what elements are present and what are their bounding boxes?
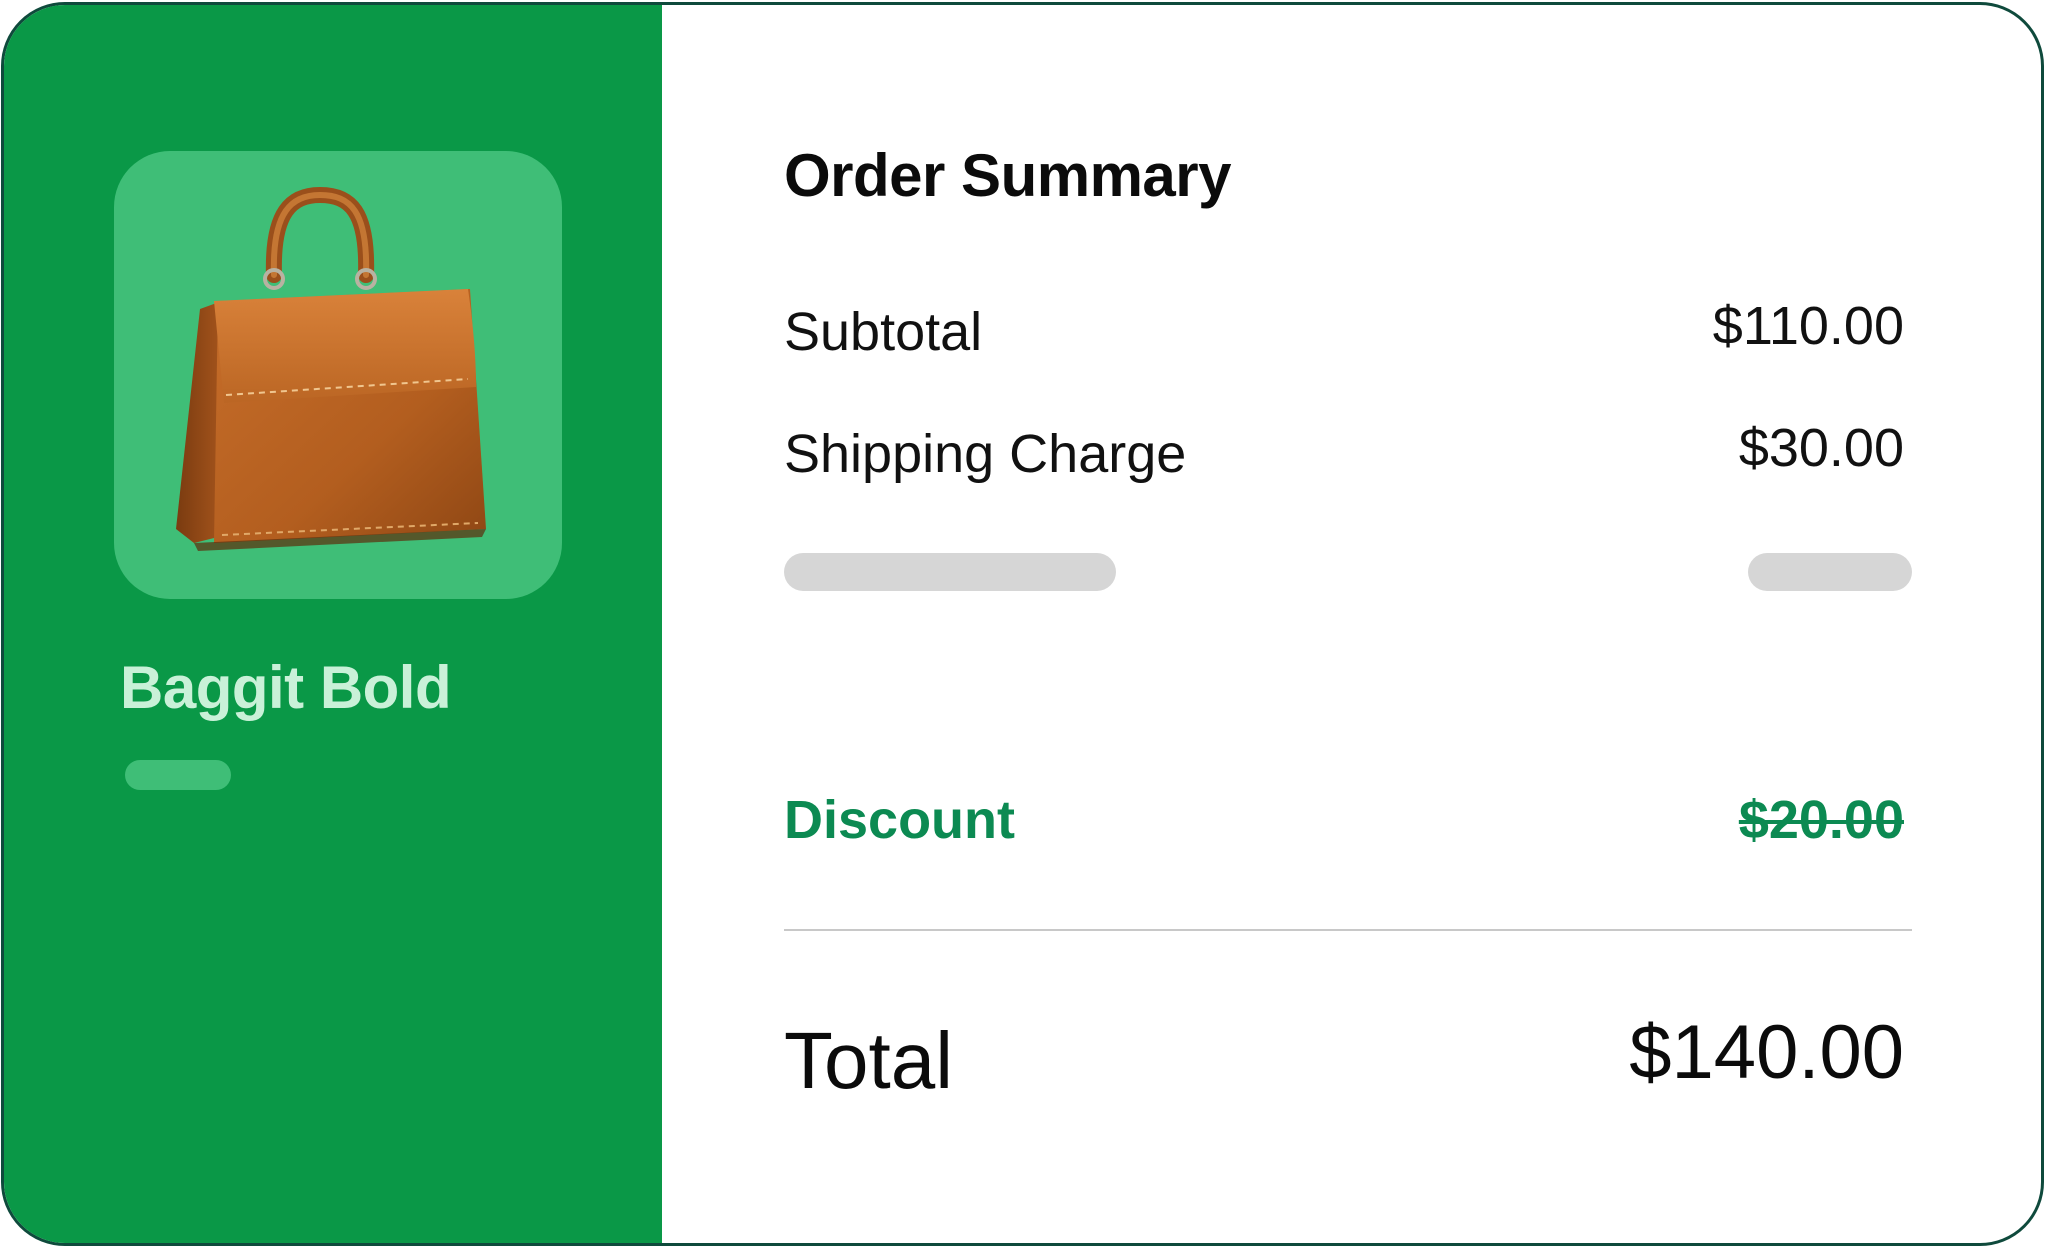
shipping-charge-value: $30.00: [1738, 418, 1904, 478]
divider: [784, 929, 1912, 931]
subtotal-value: $110.00: [1712, 296, 1904, 356]
product-panel: Baggit Bold: [4, 5, 662, 1243]
total-value: $140.00: [1629, 1010, 1904, 1095]
discount-label: Discount: [784, 790, 1016, 850]
subtotal-label: Subtotal: [784, 302, 983, 362]
order-summary-title: Order Summary: [784, 142, 1232, 209]
product-name: Baggit Bold: [120, 654, 452, 721]
shipping-charge-label: Shipping Charge: [784, 424, 1187, 484]
product-placeholder-pill: [125, 760, 231, 790]
product-image-tile: [114, 151, 562, 599]
loading-placeholder-label: [784, 553, 1116, 591]
loading-placeholder-value: [1748, 553, 1912, 591]
order-summary-card: Baggit Bold Order Summary Subtotal $110.…: [1, 2, 2044, 1246]
discount-value: $20.00: [1738, 790, 1904, 850]
handbag-icon: [176, 186, 486, 551]
total-label: Total: [784, 1016, 953, 1105]
